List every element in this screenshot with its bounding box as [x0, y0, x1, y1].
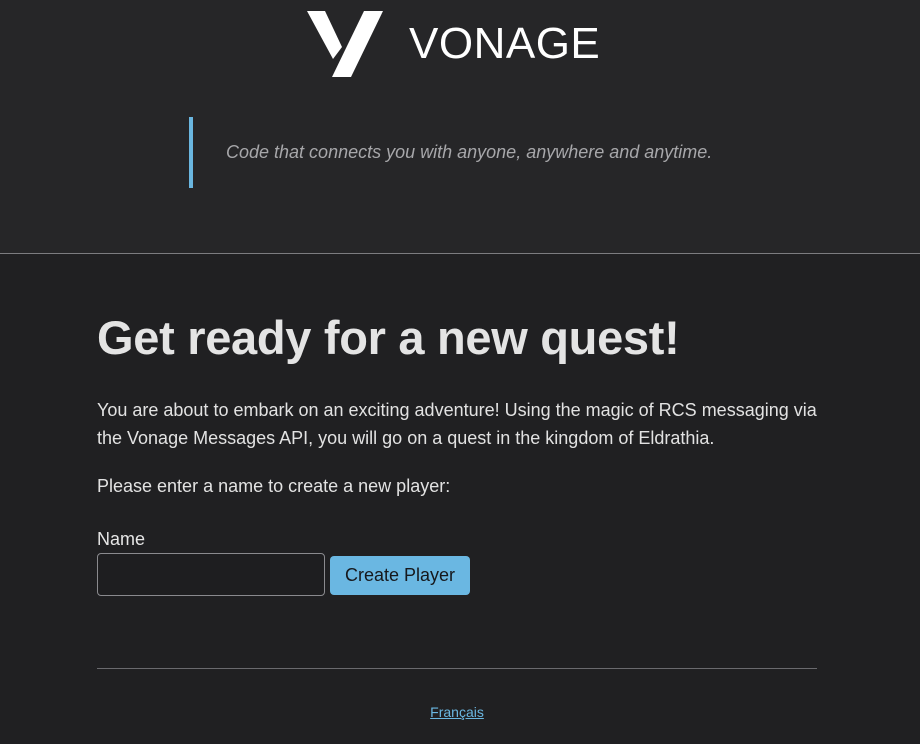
create-player-button[interactable]: Create Player: [330, 556, 470, 595]
language-link-french[interactable]: Français: [97, 704, 817, 720]
name-label: Name: [97, 529, 146, 549]
name-input[interactable]: [97, 553, 325, 596]
tagline-blockquote: Code that connects you with anyone, anyw…: [189, 117, 753, 188]
page-title: Get ready for a new quest!: [97, 311, 680, 364]
footer-divider: [97, 668, 817, 669]
site-header: VONAGE Code that connects you with anyon…: [0, 0, 920, 254]
tagline-text: Code that connects you with anyone, anyw…: [226, 142, 713, 162]
name-prompt: Please enter a name to create a new play…: [97, 476, 451, 496]
vonage-v-logo-icon: [307, 11, 383, 77]
intro-paragraph: You are about to embark on an exciting a…: [97, 400, 817, 448]
vonage-logo[interactable]: VONAGE: [307, 11, 617, 77]
brand-wordmark: VONAGE: [409, 19, 601, 68]
